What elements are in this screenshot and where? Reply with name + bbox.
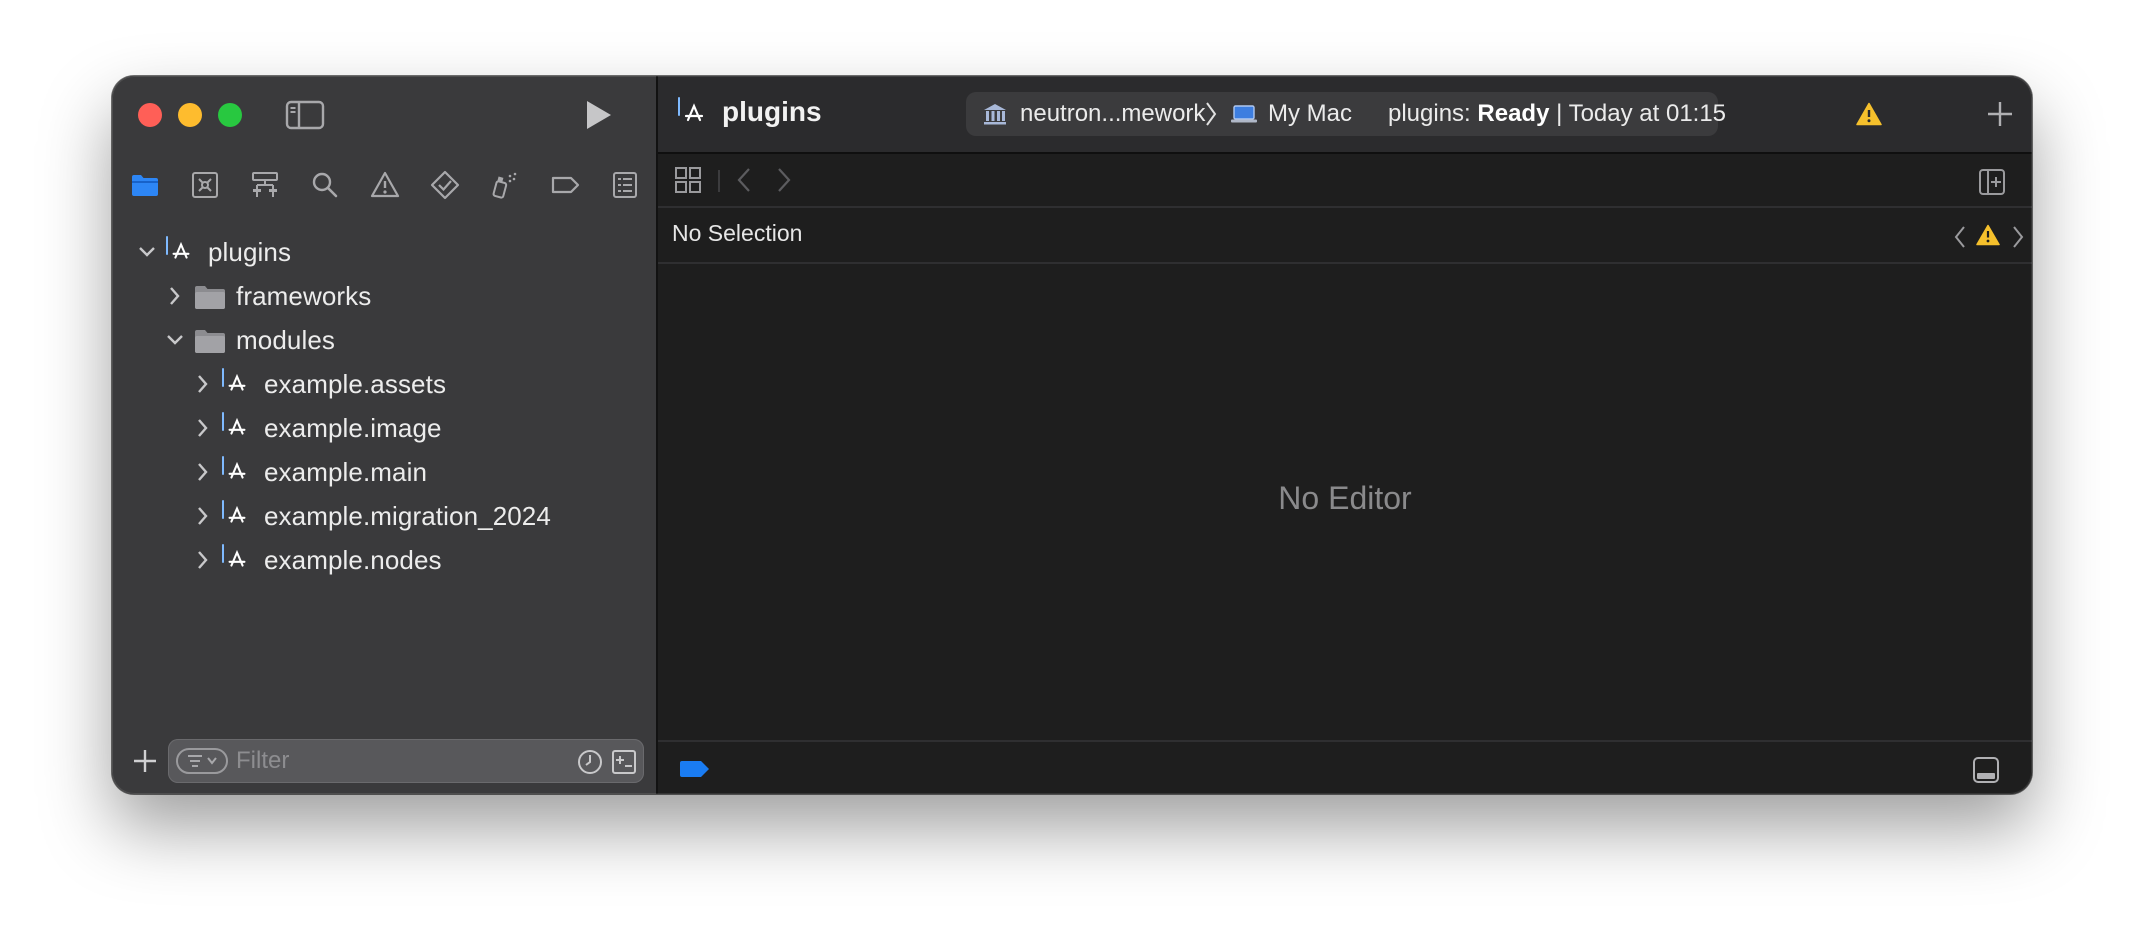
spray-can-icon[interactable] bbox=[490, 170, 520, 200]
close-window-button[interactable] bbox=[138, 103, 162, 127]
editor-tab-bar bbox=[658, 154, 2032, 208]
source-control-icon[interactable] bbox=[190, 170, 220, 200]
chevron-right-icon bbox=[1204, 100, 1218, 128]
chevron-right-icon[interactable] bbox=[192, 504, 214, 528]
chevron-right-icon[interactable] bbox=[192, 372, 214, 396]
tree-row-module[interactable]: example.image bbox=[112, 406, 656, 450]
hierarchy-icon[interactable] bbox=[250, 170, 280, 200]
search-icon[interactable] bbox=[310, 170, 340, 200]
tree-row-module[interactable]: example.main bbox=[112, 450, 656, 494]
chevron-right-icon[interactable] bbox=[164, 284, 186, 308]
navigator-sidebar: plugins frameworks modules example.asset… bbox=[112, 76, 658, 794]
scheme-selector[interactable]: neutron...mework bbox=[1020, 100, 1205, 128]
test-diamond-icon[interactable] bbox=[430, 170, 460, 200]
related-items-grid-icon[interactable] bbox=[674, 166, 702, 194]
app-target-icon bbox=[222, 368, 252, 399]
editor-area: plugins neutron...mework My Mac plugins:… bbox=[658, 76, 2032, 794]
empty-editor-message: No Editor bbox=[1278, 480, 1412, 516]
breakpoints-toggle-icon[interactable] bbox=[678, 760, 710, 778]
toolbar: plugins neutron...mework My Mac plugins:… bbox=[658, 76, 2032, 154]
debug-area-toggle-icon[interactable] bbox=[1972, 756, 2000, 784]
library-add-icon[interactable] bbox=[1984, 98, 2016, 130]
warning-icon[interactable] bbox=[1856, 102, 1882, 126]
recent-files-clock-icon[interactable] bbox=[576, 748, 604, 776]
warning-icon[interactable] bbox=[370, 170, 400, 200]
tree-row-module[interactable]: example.nodes bbox=[112, 538, 656, 582]
chevron-down-icon[interactable] bbox=[136, 240, 158, 264]
tree-label: modules bbox=[236, 325, 335, 355]
chevron-right-icon[interactable] bbox=[192, 460, 214, 484]
tree-label: example.assets bbox=[264, 369, 447, 399]
chevron-right-icon[interactable] bbox=[2010, 224, 2026, 250]
run-destination-selector[interactable]: My Mac bbox=[1268, 100, 1352, 128]
breakpoint-icon[interactable] bbox=[550, 170, 580, 200]
xcode-window: plugins frameworks modules example.asset… bbox=[112, 76, 2032, 794]
scheme-framework-icon bbox=[982, 102, 1008, 126]
chevron-right-icon[interactable] bbox=[192, 548, 214, 572]
chevron-down-icon[interactable] bbox=[164, 328, 186, 352]
tree-row-module[interactable]: example.migration_2024 bbox=[112, 494, 656, 538]
jump-bar-path[interactable]: No Selection bbox=[672, 220, 802, 247]
filter-options-icon[interactable] bbox=[176, 748, 228, 774]
tree-label: example.image bbox=[264, 413, 442, 443]
navigator-filter-bar: Filter bbox=[112, 736, 656, 794]
app-project-icon bbox=[678, 97, 710, 130]
warning-icon[interactable] bbox=[1976, 224, 2000, 246]
app-target-icon bbox=[222, 500, 252, 531]
navigator-selector-bar bbox=[112, 160, 656, 210]
laptop-icon bbox=[1230, 104, 1258, 124]
editor-content: No Editor bbox=[658, 264, 2032, 738]
chevron-left-icon[interactable] bbox=[734, 166, 754, 194]
tree-label: example.nodes bbox=[264, 545, 442, 575]
filter-field[interactable]: Filter bbox=[168, 739, 644, 783]
filter-placeholder: Filter bbox=[236, 747, 290, 774]
folder-icon bbox=[194, 281, 225, 311]
chevron-right-icon[interactable] bbox=[774, 166, 794, 194]
chevron-left-icon[interactable] bbox=[1952, 224, 1968, 250]
sidebar-toggle-icon[interactable] bbox=[285, 99, 325, 131]
app-target-icon bbox=[222, 544, 252, 575]
source-control-filter-icon[interactable] bbox=[610, 748, 638, 776]
build-status-text: plugins: Ready | Today at 01:15 bbox=[1388, 100, 1727, 127]
add-editor-icon[interactable] bbox=[1978, 168, 2006, 196]
toolbar-divider bbox=[718, 170, 720, 192]
window-title: plugins bbox=[722, 96, 822, 127]
jump-bar: No Selection bbox=[658, 208, 2032, 264]
run-play-icon[interactable] bbox=[582, 98, 614, 132]
zoom-window-button[interactable] bbox=[218, 103, 242, 127]
debug-bar bbox=[658, 740, 2032, 794]
add-icon[interactable] bbox=[130, 746, 160, 776]
chevron-right-icon[interactable] bbox=[192, 416, 214, 440]
tree-label: example.migration_2024 bbox=[264, 501, 551, 531]
app-target-icon bbox=[222, 412, 252, 443]
app-project-icon bbox=[166, 236, 196, 267]
tree-row-module[interactable]: example.assets bbox=[112, 362, 656, 406]
tree-row-modules[interactable]: modules bbox=[112, 318, 656, 362]
folder-icon[interactable] bbox=[130, 170, 160, 200]
tree-label: frameworks bbox=[236, 281, 372, 311]
tree-row-plugins[interactable]: plugins bbox=[112, 230, 656, 274]
folder-icon bbox=[194, 325, 225, 355]
activity-status-bar: neutron...mework My Mac plugins: Ready |… bbox=[966, 92, 1726, 136]
tree-label: example.main bbox=[264, 457, 428, 487]
minimize-window-button[interactable] bbox=[178, 103, 202, 127]
report-list-icon[interactable] bbox=[610, 170, 640, 200]
tree-label: plugins bbox=[208, 237, 292, 267]
tree-row-frameworks[interactable]: frameworks bbox=[112, 274, 656, 318]
app-target-icon bbox=[222, 456, 252, 487]
